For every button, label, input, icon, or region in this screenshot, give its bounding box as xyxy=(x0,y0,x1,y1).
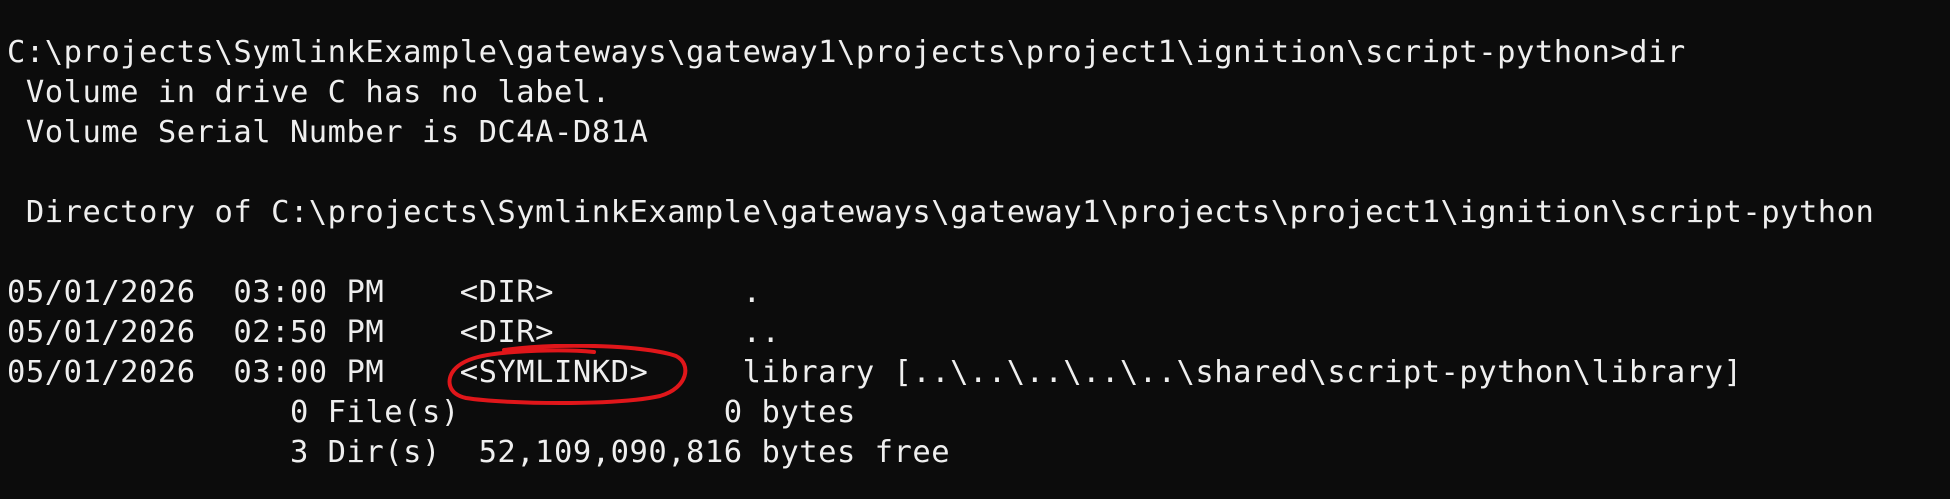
dir-entry-symlink-library: 05/01/2026 03:00 PM <SYMLINKD> library [… xyxy=(7,355,1743,390)
dir-entry-parent: 05/01/2026 02:50 PM <DIR> .. xyxy=(7,315,781,350)
terminal-window[interactable]: C:\projects\SymlinkExample\gateways\gate… xyxy=(0,0,1950,499)
directory-of-line: Directory of C:\projects\SymlinkExample\… xyxy=(7,195,1875,230)
files-summary-line: 0 File(s) 0 bytes xyxy=(7,395,856,430)
volume-label-line: Volume in drive C has no label. xyxy=(7,75,611,110)
dirs-summary-line: 3 Dir(s) 52,109,090,816 bytes free xyxy=(7,435,951,470)
dir-entry-current: 05/01/2026 03:00 PM <DIR> . xyxy=(7,275,762,310)
prompt-command-line: C:\projects\SymlinkExample\gateways\gate… xyxy=(7,35,1686,70)
volume-serial-line: Volume Serial Number is DC4A-D81A xyxy=(7,115,649,150)
